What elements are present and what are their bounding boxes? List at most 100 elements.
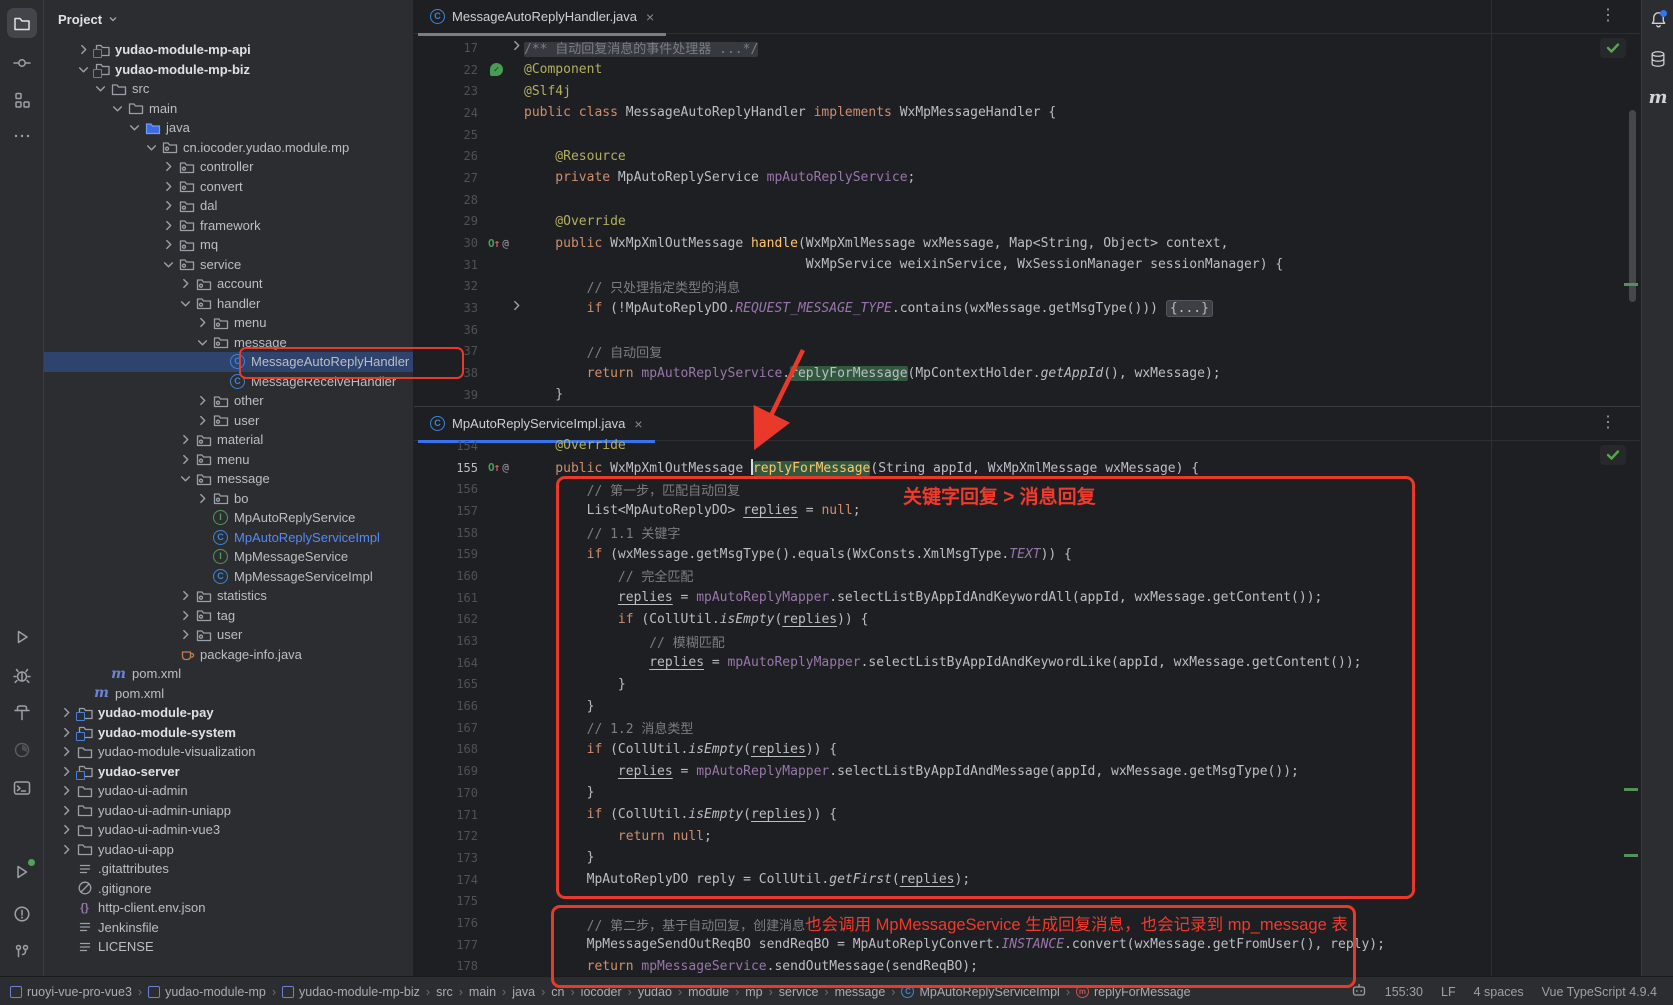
tree-item-license[interactable]: LICENSE [44,937,413,957]
code-line-39[interactable]: 39 } [414,384,1640,406]
code-line-158[interactable]: 158 // 1.1 关键字 [414,522,1640,544]
breadcrumb-item-iocoder[interactable]: iocoder [581,985,622,999]
breadcrumb-item-yudao-module-mp[interactable]: yudao-module-mp [148,985,266,999]
chevron-right-icon[interactable] [158,200,178,211]
tree-item-message[interactable]: message [44,469,413,489]
code-line-26[interactable]: 26 @Resource [414,145,1640,167]
tree-item-mpmessageservice[interactable]: IMpMessageService [44,547,413,567]
project-panel-header[interactable]: Project [44,0,413,38]
scrollbar-thumb[interactable] [1629,110,1636,302]
chevron-down-icon[interactable] [175,298,195,309]
breadcrumb-item-src[interactable]: src [436,985,453,999]
tree-item-src[interactable]: src [44,79,413,99]
file-type[interactable]: Vue TypeScript 4.9.4 [1542,985,1657,999]
code-line-170[interactable]: 170 } [414,782,1640,804]
close-icon[interactable]: × [634,416,642,432]
chevron-right-icon[interactable] [175,590,195,601]
code-line-166[interactable]: 166 } [414,695,1640,717]
code-line-178[interactable]: 178 return mpMessageService.sendOutMessa… [414,956,1640,978]
more-tool-icon[interactable] [7,121,37,151]
chevron-right-icon[interactable] [175,278,195,289]
terminal-tool-icon[interactable] [7,773,37,803]
tree-item--gitignore[interactable]: .gitignore [44,879,413,899]
tree-item-service[interactable]: service [44,255,413,275]
chevron-down-icon[interactable] [192,337,212,348]
tree-item-main[interactable]: main [44,99,413,119]
tree-item-yudao-ui-admin-vue3[interactable]: yudao-ui-admin-vue3 [44,820,413,840]
code-line-32[interactable]: 32 // 只处理指定类型的消息 [414,276,1640,298]
breadcrumb-item-module[interactable]: module [688,985,729,999]
breadcrumb-item-yudao-module-mp-biz[interactable]: yudao-module-mp-biz [282,985,420,999]
chevron-right-icon[interactable] [56,785,76,796]
code-line-164[interactable]: 164 replies = mpAutoReplyMapper.selectLi… [414,652,1640,674]
code-line-159[interactable]: 159 if (wxMessage.getMsgType().equals(Wx… [414,543,1640,565]
tree-item-handler[interactable]: handler [44,294,413,314]
code-line-17[interactable]: 17/** 自动回复消息的事件处理器 ...*/ [414,37,1640,59]
breadcrumb-item-main[interactable]: main [469,985,496,999]
chevron-down-icon[interactable] [107,103,127,114]
chevron-right-icon[interactable] [192,493,212,504]
code-line-37[interactable]: 37 // 自动回复 [414,341,1640,363]
breadcrumb-item-ruoyi-vue-pro-vue3[interactable]: ruoyi-vue-pro-vue3 [10,985,132,999]
chevron-right-icon[interactable] [73,44,93,55]
breadcrumb-item-yudao[interactable]: yudao [638,985,672,999]
tree-item-other[interactable]: other [44,391,413,411]
database-tool-icon[interactable] [1647,48,1669,70]
tree-item-yudao-module-pay[interactable]: yudao-module-pay [44,703,413,723]
code-line-161[interactable]: 161 replies = mpAutoReplyMapper.selectLi… [414,587,1640,609]
services-tool-icon[interactable] [7,857,37,887]
tree-item-framework[interactable]: framework [44,216,413,236]
chevron-down-icon[interactable] [175,473,195,484]
tree-item-mpautoreplyserviceimpl[interactable]: CMpAutoReplyServiceImpl [44,528,413,548]
code-line-177[interactable]: 177 MpMessageSendOutReqBO sendReqBO = Mp… [414,934,1640,956]
code-line-162[interactable]: 162 if (CollUtil.isEmpty(replies)) { [414,609,1640,631]
code-line-157[interactable]: 157 List<MpAutoReplyDO> replies = null; [414,500,1640,522]
code-line-27[interactable]: 27 private MpAutoReplyService mpAutoRepl… [414,167,1640,189]
code-line-176[interactable]: 176 // 第二步，基于自动回复，创建消息也会调用 MpMessageServ… [414,912,1640,934]
code-line-169[interactable]: 169 replies = mpAutoReplyMapper.selectLi… [414,760,1640,782]
code-line-28[interactable]: 28 [414,189,1640,211]
overriding-method-icon[interactable]: O↑@ [488,461,509,474]
code-line-29[interactable]: 29 @Override [414,211,1640,233]
tree-item-menu[interactable]: menu [44,450,413,470]
tree-item--gitattributes[interactable]: .gitattributes [44,859,413,879]
tree-item-yudao-module-visualization[interactable]: yudao-module-visualization [44,742,413,762]
code-line-173[interactable]: 173 } [414,847,1640,869]
chevron-right-icon[interactable] [56,805,76,816]
code-line-171[interactable]: 171 if (CollUtil.isEmpty(replies)) { [414,804,1640,826]
fold-icon[interactable] [511,40,522,54]
chevron-right-icon[interactable] [175,629,195,640]
code-line-174[interactable]: 174 MpAutoReplyDO reply = CollUtil.getFi… [414,869,1640,891]
project-tool-icon[interactable] [7,8,37,38]
tree-item-yudao-module-mp-api[interactable]: yudao-module-mp-api [44,40,413,60]
profiler-tool-icon[interactable] [7,735,37,765]
chevron-right-icon[interactable] [56,746,76,757]
chevron-down-icon[interactable] [124,122,144,133]
line-ending[interactable]: LF [1441,985,1456,999]
tree-item-yudao-module-system[interactable]: yudao-module-system [44,723,413,743]
code-line-154[interactable]: 154 @Override [414,435,1640,457]
chevron-down-icon[interactable] [141,142,161,153]
chevron-down-icon[interactable] [73,64,93,75]
code-line-156[interactable]: 156 // 第一步，匹配自动回复 [414,478,1640,500]
breadcrumb-item-message[interactable]: message [835,985,886,999]
tree-item-cn-iocoder-yudao-module-mp[interactable]: cn.iocoder.yudao.module.mp [44,138,413,158]
code-line-23[interactable]: 23@Slf4j [414,80,1640,102]
tree-item-material[interactable]: material [44,430,413,450]
structure-tool-icon[interactable] [7,85,37,115]
chevron-right-icon[interactable] [158,239,178,250]
tree-item-pom-xml[interactable]: mpom.xml [44,684,413,704]
editor-options-kebab-icon[interactable]: ⋮ [1600,5,1616,25]
tree-item-messagereceivehandler[interactable]: CMessageReceiveHandler [44,372,413,392]
chevron-right-icon[interactable] [158,220,178,231]
breadcrumb-item-java[interactable]: java [512,985,535,999]
indent-setting[interactable]: 4 spaces [1474,985,1524,999]
tree-item-statistics[interactable]: statistics [44,586,413,606]
breadcrumb-item-mp[interactable]: mp [745,985,762,999]
code-line-22[interactable]: 22✓@Component [414,59,1640,81]
tree-item-package-info-java[interactable]: package-info.java [44,645,413,665]
tree-item-http-client-env-json[interactable]: {}http-client.env.json [44,898,413,918]
chevron-right-icon[interactable] [175,434,195,445]
tree-item-messageautoreplyhandler[interactable]: CMessageAutoReplyHandler [44,352,413,372]
editor-options-kebab-icon[interactable]: ⋮ [1600,412,1616,432]
